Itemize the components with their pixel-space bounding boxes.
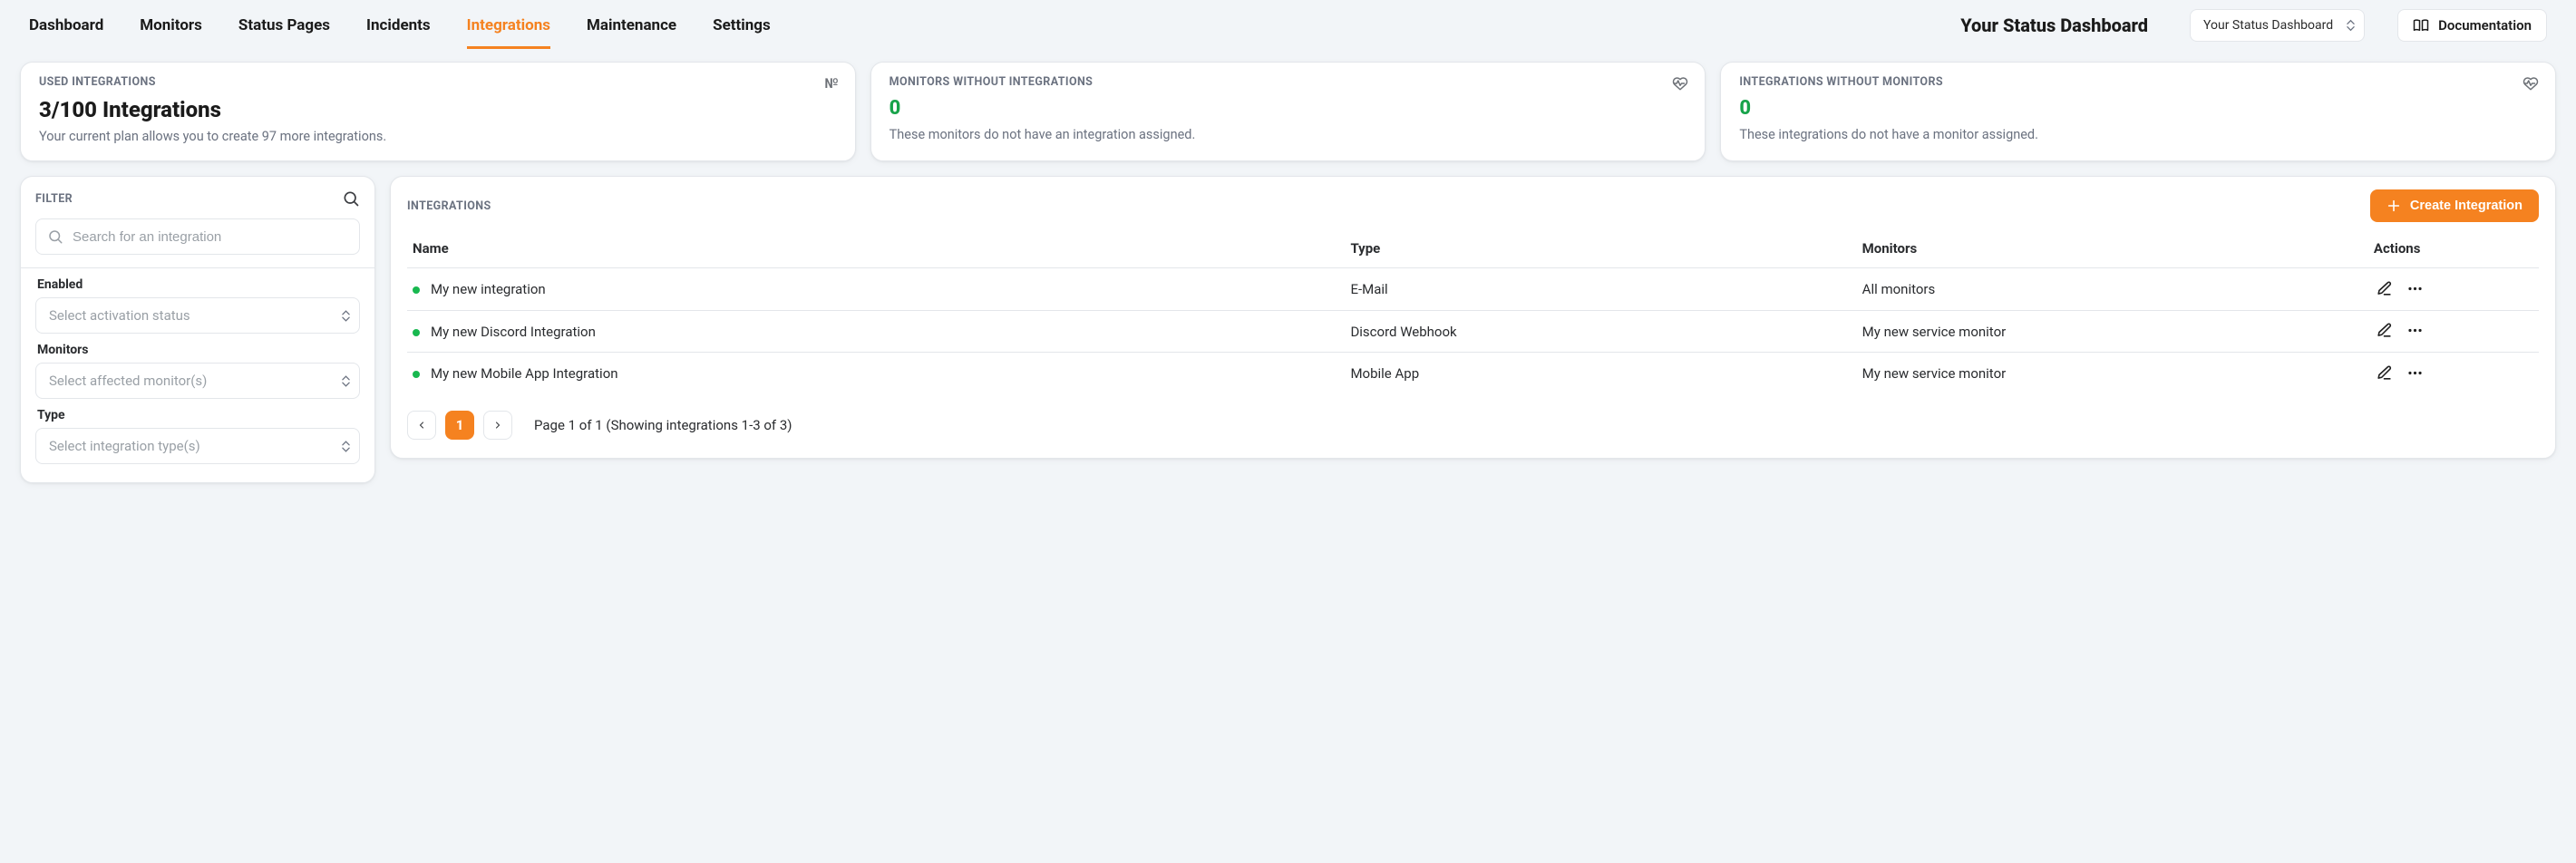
- top-navigation: Dashboard Monitors Status Pages Incident…: [0, 0, 2576, 51]
- card-label: MONITORS WITHOUT INTEGRATIONS: [889, 75, 1687, 89]
- col-monitors: Monitors: [1857, 231, 2368, 268]
- table-row: My new integration E-MailAll monitors: [407, 268, 2539, 311]
- select-placeholder: Select integration type(s): [49, 438, 200, 454]
- cell-actions: [2368, 310, 2539, 353]
- divider: [21, 267, 374, 268]
- integration-name: My new Discord Integration: [431, 324, 596, 340]
- filter-monitors-group: Monitors Select affected monitor(s): [35, 343, 360, 399]
- filter-monitors-select[interactable]: Select affected monitor(s): [35, 363, 360, 399]
- search-icon[interactable]: [342, 189, 360, 208]
- nav-status-pages[interactable]: Status Pages: [238, 5, 330, 49]
- create-integration-button[interactable]: Create Integration: [2370, 189, 2539, 222]
- select-caret-icon: [342, 375, 350, 387]
- select-placeholder: Select affected monitor(s): [49, 373, 207, 389]
- table-row: My new Mobile App Integration Mobile AppM…: [407, 353, 2539, 394]
- card-value: 3/100 Integrations: [39, 98, 837, 121]
- card-used-integrations: № USED INTEGRATIONS 3/100 Integrations Y…: [20, 62, 856, 161]
- filter-enabled-select[interactable]: Select activation status: [35, 297, 360, 334]
- card-label: INTEGRATIONS WITHOUT MONITORS: [1739, 75, 2537, 89]
- edit-button[interactable]: [2374, 320, 2396, 342]
- main-content: FILTER Enabled Select activation status: [0, 161, 2576, 503]
- filter-enabled-group: Enabled Select activation status: [35, 277, 360, 334]
- edit-button[interactable]: [2374, 362, 2396, 383]
- pagination: 1 Page 1 of 1 (Showing integrations 1-3 …: [407, 411, 2539, 440]
- cell-name: My new integration: [407, 268, 1345, 311]
- nav-integrations[interactable]: Integrations: [467, 5, 550, 49]
- card-description: Your current plan allows you to create 9…: [39, 129, 837, 144]
- documentation-button[interactable]: Documentation: [2397, 9, 2547, 42]
- card-label: USED INTEGRATIONS: [39, 75, 837, 89]
- search-input[interactable]: [71, 228, 348, 246]
- select-caret-icon: [2347, 20, 2355, 32]
- integrations-table: Name Type Monitors Actions My new integr…: [407, 231, 2539, 394]
- nav-tabs: Dashboard Monitors Status Pages Incident…: [29, 5, 771, 49]
- page-prev-button[interactable]: [407, 411, 436, 440]
- card-monitors-without-integrations: MONITORS WITHOUT INTEGRATIONS 0 These mo…: [870, 62, 1706, 161]
- more-actions-button[interactable]: [2405, 277, 2426, 299]
- edit-button[interactable]: [2374, 277, 2396, 299]
- nav-settings[interactable]: Settings: [713, 5, 771, 49]
- nav-maintenance[interactable]: Maintenance: [587, 5, 676, 49]
- documentation-label: Documentation: [2438, 17, 2532, 34]
- stats-row: № USED INTEGRATIONS 3/100 Integrations Y…: [0, 51, 2576, 161]
- book-icon: [2413, 17, 2429, 34]
- heart-pulse-icon: [1672, 75, 1688, 92]
- cell-monitors: My new service monitor: [1857, 353, 2368, 394]
- col-type: Type: [1345, 231, 1856, 268]
- filter-type-label: Type: [37, 408, 360, 422]
- more-actions-button[interactable]: [2405, 320, 2426, 342]
- cell-type: Discord Webhook: [1345, 310, 1856, 353]
- cell-type: Mobile App: [1345, 353, 1856, 394]
- status-dot-icon: [413, 286, 420, 294]
- more-actions-button[interactable]: [2405, 362, 2426, 383]
- select-caret-icon: [342, 441, 350, 452]
- search-icon: [47, 228, 63, 245]
- page-number-button[interactable]: 1: [445, 411, 474, 440]
- status-dot-icon: [413, 371, 420, 378]
- brand-title: Your Status Dashboard: [1960, 15, 2148, 36]
- heart-pulse-icon: [2523, 75, 2539, 92]
- create-integration-label: Create Integration: [2410, 199, 2523, 213]
- filter-type-group: Type Select integration type(s): [35, 408, 360, 464]
- nav-monitors[interactable]: Monitors: [140, 5, 202, 49]
- plus-icon: [2386, 199, 2401, 213]
- nav-dashboard[interactable]: Dashboard: [29, 5, 103, 49]
- cell-name: My new Mobile App Integration: [407, 353, 1345, 394]
- integration-name: My new Mobile App Integration: [431, 365, 618, 382]
- select-placeholder: Select activation status: [49, 307, 190, 324]
- cell-type: E-Mail: [1345, 268, 1856, 311]
- card-description: These monitors do not have an integratio…: [889, 127, 1687, 142]
- filter-enabled-label: Enabled: [37, 277, 360, 292]
- card-value: 0: [889, 98, 1687, 120]
- cell-monitors: My new service monitor: [1857, 310, 2368, 353]
- numero-icon: №: [824, 75, 838, 92]
- col-name: Name: [407, 231, 1345, 268]
- cell-actions: [2368, 268, 2539, 311]
- select-caret-icon: [342, 310, 350, 322]
- integrations-panel: INTEGRATIONS Create Integration Name Typ…: [390, 176, 2556, 459]
- filter-type-select[interactable]: Select integration type(s): [35, 428, 360, 464]
- nav-incidents[interactable]: Incidents: [366, 5, 431, 49]
- filter-label: FILTER: [35, 192, 73, 206]
- filter-monitors-label: Monitors: [37, 343, 360, 357]
- col-actions: Actions: [2368, 231, 2539, 268]
- search-field[interactable]: [35, 218, 360, 255]
- filter-panel: FILTER Enabled Select activation status: [20, 176, 375, 483]
- cell-monitors: All monitors: [1857, 268, 2368, 311]
- workspace-selector-value: Your Status Dashboard: [2203, 18, 2333, 33]
- integration-name: My new integration: [431, 281, 546, 297]
- integrations-label: INTEGRATIONS: [407, 199, 491, 213]
- table-row: My new Discord Integration Discord Webhoo…: [407, 310, 2539, 353]
- page-next-button[interactable]: [483, 411, 512, 440]
- cell-name: My new Discord Integration: [407, 310, 1345, 353]
- cell-actions: [2368, 353, 2539, 394]
- card-integrations-without-monitors: INTEGRATIONS WITHOUT MONITORS 0 These in…: [1720, 62, 2556, 161]
- pagination-summary: Page 1 of 1 (Showing integrations 1-3 of…: [534, 417, 792, 433]
- card-value: 0: [1739, 98, 2537, 120]
- status-dot-icon: [413, 329, 420, 336]
- card-description: These integrations do not have a monitor…: [1739, 127, 2537, 142]
- workspace-selector[interactable]: Your Status Dashboard: [2190, 9, 2365, 42]
